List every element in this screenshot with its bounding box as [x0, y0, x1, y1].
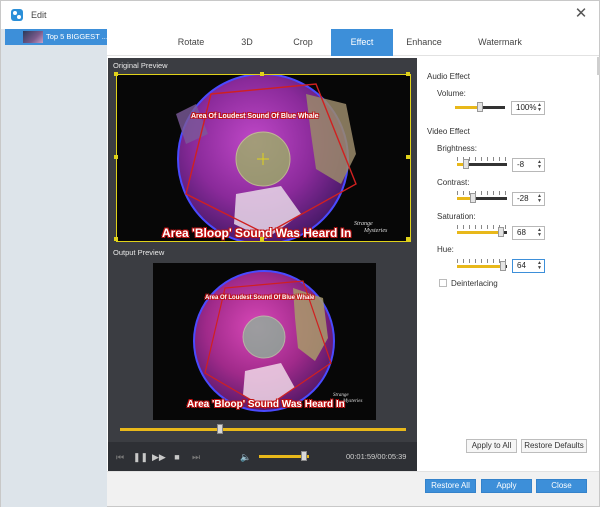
hue-slider[interactable]: [457, 259, 507, 271]
contrast-value-field[interactable]: -28 ▲ ▼: [512, 192, 545, 206]
file-name-label: Top 5 BIGGEST ...: [46, 32, 108, 41]
brightness-label: Brightness:: [437, 144, 478, 153]
saturation-slider[interactable]: [457, 225, 507, 237]
saturation-value-field[interactable]: 68 ▲ ▼: [512, 226, 545, 240]
contrast-knob[interactable]: [470, 193, 476, 203]
output-watermark-line1: Strange: [333, 393, 349, 398]
crop-handle-bottom[interactable]: [260, 237, 264, 241]
volume-value-field[interactable]: 100% ▲ ▼: [511, 101, 545, 115]
tab-effect[interactable]: Effect: [331, 29, 393, 56]
spinner-arrows-icon[interactable]: ▲ ▼: [537, 261, 542, 271]
output-preview-video: Area Of Loudest Sound Of Blue Whale Area…: [153, 263, 376, 420]
volume-thumb[interactable]: [301, 451, 307, 461]
title-bar: Edit ✕: [1, 1, 599, 29]
tab-rotate[interactable]: Rotate: [163, 29, 219, 56]
window-title: Edit: [31, 10, 47, 20]
hue-value: 64: [517, 261, 526, 270]
saturation-value: 68: [517, 228, 526, 237]
skip-back-icon[interactable]: ⏮: [114, 451, 126, 463]
brightness-value-field[interactable]: -8 ▲ ▼: [512, 158, 545, 172]
output-caption-top: Area Of Loudest Sound Of Blue Whale: [205, 295, 315, 301]
crop-handle-right[interactable]: [406, 155, 410, 159]
progress-slider[interactable]: [120, 428, 406, 431]
file-list-item[interactable]: Top 5 BIGGEST ...: [5, 29, 108, 45]
brightness-slider[interactable]: [457, 157, 507, 169]
tab-3d[interactable]: 3D: [219, 29, 275, 56]
stop-icon[interactable]: ■: [171, 451, 183, 463]
close-button[interactable]: Close: [536, 479, 587, 493]
apply-to-all-button[interactable]: Apply to All: [466, 439, 517, 453]
tab-crop[interactable]: Crop: [275, 29, 331, 56]
saturation-label: Saturation:: [437, 212, 476, 221]
hue-knob[interactable]: [500, 261, 506, 271]
spinner-arrows-icon[interactable]: ▲ ▼: [537, 160, 542, 170]
video-effect-heading: Video Effect: [427, 127, 470, 136]
output-caption-bottom: Area 'Bloop' Sound Was Heard In: [187, 399, 345, 410]
restore-defaults-button[interactable]: Restore Defaults: [521, 439, 587, 453]
crop-handle-top-right[interactable]: [406, 72, 410, 76]
volume-icon[interactable]: 🔈: [240, 451, 252, 463]
contrast-slider[interactable]: [457, 191, 507, 203]
file-list: Top 5 BIGGEST ...: [1, 29, 108, 507]
deinterlacing-label: Deinterlacing: [451, 279, 498, 288]
brightness-value: -8: [517, 160, 525, 169]
effect-settings-panel: [417, 58, 599, 471]
output-preview-label: Output Preview: [113, 248, 165, 257]
hue-label: Hue:: [437, 245, 454, 254]
progress-area: [108, 420, 417, 442]
apply-button[interactable]: Apply: [481, 479, 532, 493]
crop-handle-bottom-left[interactable]: [114, 237, 118, 241]
crop-area[interactable]: [114, 72, 411, 242]
crop-handle-top[interactable]: [260, 72, 264, 76]
close-window-button[interactable]: ✕: [573, 6, 589, 22]
contrast-value: -28: [517, 194, 529, 203]
volume-effect-knob[interactable]: [477, 102, 483, 112]
playback-time: 00:01:59/00:05:39: [346, 452, 407, 461]
tab-bar: Rotate 3D Crop Effect Enhance Watermark: [107, 29, 599, 56]
original-preview-label: Original Preview: [113, 61, 168, 70]
deinterlacing-checkbox[interactable]: [439, 279, 447, 287]
crop-handle-bottom-right[interactable]: [406, 237, 410, 241]
crop-handle-top-left[interactable]: [114, 72, 118, 76]
player-controls: ⏮ ❚❚ ▶▶ ■ ⏭ 🔈 00:01:59/00:05:39: [108, 442, 417, 471]
skip-end-icon[interactable]: ⏭: [190, 451, 202, 463]
saturation-knob[interactable]: [498, 227, 504, 237]
hue-value-field[interactable]: 64 ▲ ▼: [512, 259, 545, 273]
volume-label: Volume:: [437, 89, 466, 98]
contrast-label: Contrast:: [437, 178, 470, 187]
volume-effect-slider[interactable]: [455, 102, 505, 112]
tab-enhance[interactable]: Enhance: [393, 29, 455, 56]
tab-watermark[interactable]: Watermark: [455, 29, 545, 56]
progress-thumb[interactable]: [217, 424, 224, 434]
spinner-arrows-icon[interactable]: ▲ ▼: [537, 103, 542, 113]
crop-handle-left[interactable]: [114, 155, 118, 159]
restore-all-button[interactable]: Restore All: [425, 479, 476, 493]
video-thumbnail: [23, 31, 43, 43]
brightness-knob[interactable]: [463, 159, 469, 169]
spinner-arrows-icon[interactable]: ▲ ▼: [537, 228, 542, 238]
audio-effect-heading: Audio Effect: [427, 72, 470, 81]
volume-value: 100%: [516, 103, 537, 112]
spinner-arrows-icon[interactable]: ▲ ▼: [537, 194, 542, 204]
pause-icon[interactable]: ❚❚: [133, 451, 148, 463]
fast-forward-icon[interactable]: ▶▶: [152, 451, 166, 463]
output-watermark-line2: Mysteries: [343, 399, 363, 404]
app-logo-icon: [11, 9, 23, 21]
edit-window: Edit ✕ Top 5 BIGGEST ... Rotate 3D Crop …: [0, 0, 600, 507]
